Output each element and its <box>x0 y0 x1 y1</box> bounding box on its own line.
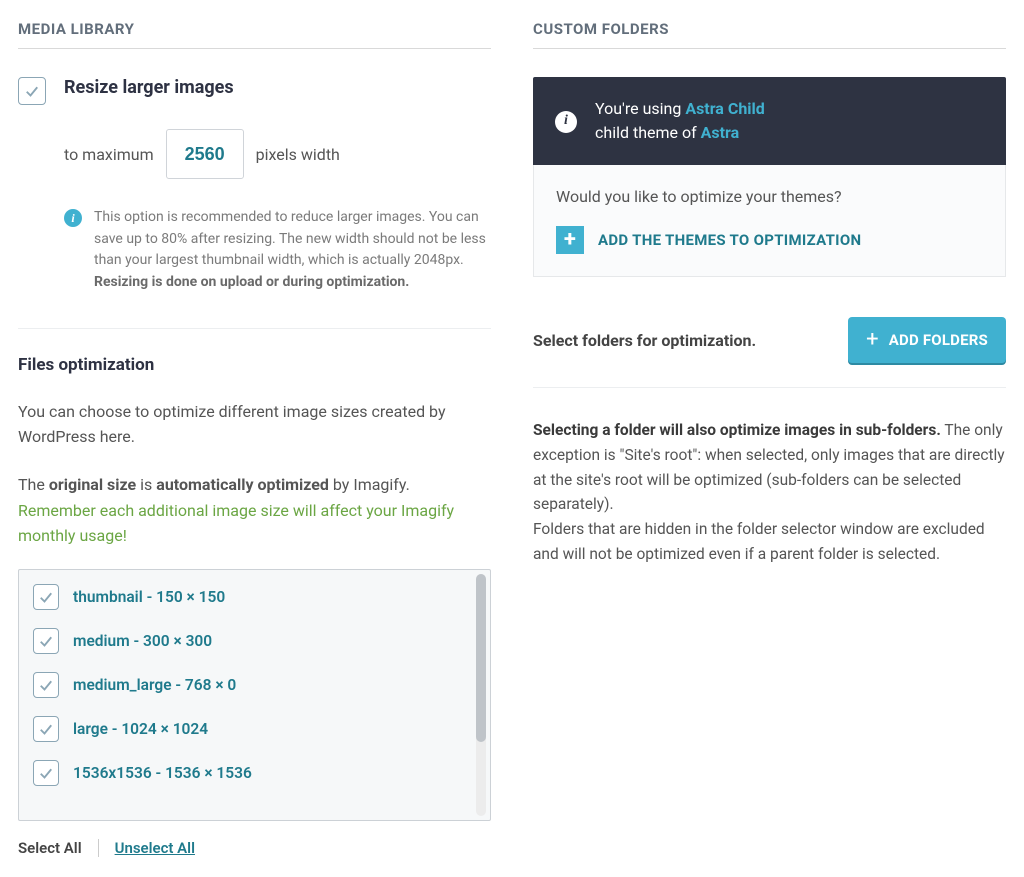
info-icon: i <box>64 209 82 227</box>
size-label: medium_large - 768 × 0 <box>73 676 236 694</box>
plus-icon: + <box>556 226 584 254</box>
check-icon <box>37 720 55 738</box>
add-folders-button[interactable]: + ADD FOLDERS <box>848 317 1006 363</box>
divider <box>98 839 99 857</box>
theme-banner: i You're using Astra Child child theme o… <box>533 77 1006 165</box>
resize-checkbox[interactable] <box>18 77 46 105</box>
size-item: medium - 300 × 300 <box>33 628 478 654</box>
theme-question: Would you like to optimize your themes? <box>556 187 983 206</box>
scrollbar-thumb[interactable] <box>476 574 486 742</box>
check-icon <box>37 588 55 606</box>
info-icon: i <box>555 111 577 133</box>
media-library-heading: Media Library <box>18 20 491 49</box>
image-sizes-panel: thumbnail - 150 × 150 medium - 300 × 300… <box>18 569 491 821</box>
theme-mid: child theme of <box>595 123 701 142</box>
resize-prefix: to maximum <box>64 145 154 164</box>
size-checkbox[interactable] <box>33 760 59 786</box>
resize-label: Resize larger images <box>64 77 234 98</box>
unselect-all-button[interactable]: Unselect All <box>115 839 195 857</box>
files-optimization-heading: Files optimization <box>18 355 491 375</box>
size-item: 1536x1536 - 1536 × 1536 <box>33 760 478 786</box>
files-line2-s2: automatically optimized <box>156 475 329 494</box>
size-label: large - 1024 × 1024 <box>73 720 208 738</box>
select-folders-label: Select folders for optimization. <box>533 331 756 350</box>
resize-suffix: pixels width <box>256 145 340 164</box>
theme-pre: You're using <box>595 99 685 118</box>
files-line2-pre: The <box>18 475 49 494</box>
check-icon <box>23 82 41 100</box>
divider <box>18 328 491 329</box>
files-line2-post: by Imagify. <box>329 475 410 494</box>
add-folders-label: ADD FOLDERS <box>889 331 988 349</box>
theme-child-link[interactable]: Astra Child <box>685 99 764 118</box>
size-label: thumbnail - 150 × 150 <box>73 588 225 606</box>
scrollbar[interactable] <box>476 574 486 816</box>
custom-folders-heading: Custom Folders <box>533 20 1006 49</box>
check-icon <box>37 632 55 650</box>
files-lead: You can choose to optimize different ima… <box>18 399 491 450</box>
check-icon <box>37 764 55 782</box>
resize-info-text: This option is recommended to reduce lar… <box>94 207 491 294</box>
size-checkbox[interactable] <box>33 628 59 654</box>
size-label: medium - 300 × 300 <box>73 632 212 650</box>
size-item: large - 1024 × 1024 <box>33 716 478 742</box>
files-line2-mid: is <box>136 475 156 494</box>
files-warn: Remember each additional image size will… <box>18 501 454 546</box>
size-checkbox[interactable] <box>33 672 59 698</box>
size-item: medium_large - 768 × 0 <box>33 672 478 698</box>
size-checkbox[interactable] <box>33 584 59 610</box>
size-checkbox[interactable] <box>33 716 59 742</box>
folder-description: Selecting a folder will also optimize im… <box>533 418 1006 567</box>
check-icon <box>37 676 55 694</box>
select-all-button[interactable]: Select All <box>18 839 82 857</box>
size-label: 1536x1536 - 1536 × 1536 <box>73 764 252 782</box>
files-line2-s1: original size <box>49 475 136 494</box>
add-themes-label: ADD THE THEMES TO OPTIMIZATION <box>598 231 861 249</box>
add-themes-button[interactable]: + ADD THE THEMES TO OPTIMIZATION <box>556 226 861 254</box>
theme-parent-link[interactable]: Astra <box>701 123 740 142</box>
size-item: thumbnail - 150 × 150 <box>33 584 478 610</box>
resize-width-input[interactable] <box>166 129 244 179</box>
plus-icon: + <box>866 329 879 351</box>
